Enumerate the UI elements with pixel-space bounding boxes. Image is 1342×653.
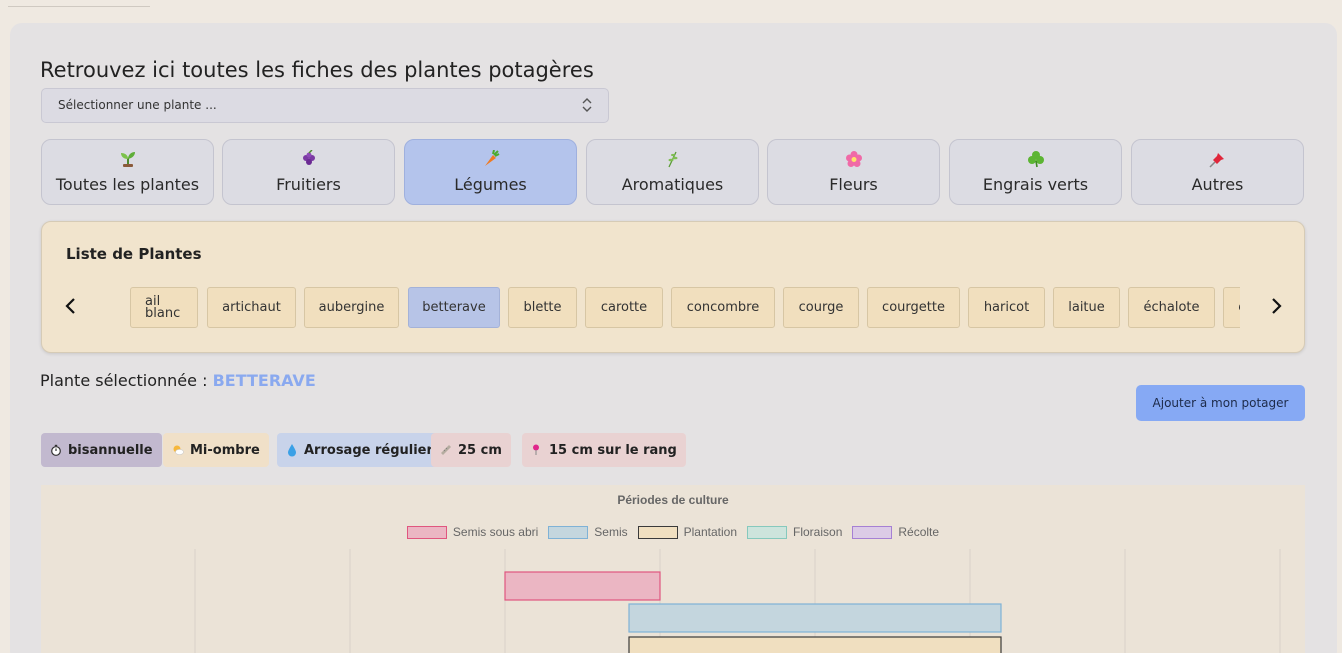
legend-item[interactable]: Floraison bbox=[747, 525, 842, 539]
plant-chip[interactable]: artichaut bbox=[207, 287, 296, 328]
sun-cloud-icon bbox=[171, 443, 185, 457]
legend-label: Semis sous abri bbox=[452, 525, 539, 539]
plant-select-placeholder: Sélectionner une plante ... bbox=[58, 98, 217, 112]
badge-label: bisannuelle bbox=[68, 442, 153, 458]
selected-plant-value: BETTERAVE bbox=[212, 371, 316, 390]
plant-chip[interactable]: courgette bbox=[867, 287, 960, 328]
culture-periods-chart: Périodes de culture Semis sous abri Semis… bbox=[41, 485, 1305, 653]
plant-list-title: Liste de Plantes bbox=[66, 245, 202, 263]
flower-icon bbox=[768, 150, 939, 168]
tab-fruit-trees[interactable]: Fruitiers bbox=[222, 139, 395, 205]
grapes-icon bbox=[223, 150, 394, 168]
add-to-garden-button[interactable]: Ajouter à mon potager bbox=[1136, 385, 1305, 421]
plant-chip[interactable]: haricot bbox=[968, 287, 1045, 328]
plant-chip[interactable]: échalote bbox=[1128, 287, 1215, 328]
chevron-left-icon[interactable] bbox=[64, 296, 78, 316]
badge-label: 15 cm sur le rang bbox=[549, 442, 677, 458]
shamrock-icon bbox=[950, 150, 1121, 168]
legend-swatch bbox=[637, 525, 678, 539]
legend-label: Plantation bbox=[683, 525, 738, 539]
tab-flowers[interactable]: Fleurs bbox=[767, 139, 940, 205]
legend-item[interactable]: Semis bbox=[548, 525, 628, 539]
legend-label: Récolte bbox=[898, 525, 940, 539]
tab-green-manure[interactable]: Engrais verts bbox=[949, 139, 1122, 205]
legend-label: Floraison bbox=[793, 525, 843, 539]
tab-label: Légumes bbox=[454, 175, 527, 194]
plant-select[interactable]: Sélectionner une plante ... bbox=[41, 88, 609, 123]
watering-badge: Arrosage régulier bbox=[277, 433, 442, 467]
badge-label: Mi-ombre bbox=[190, 442, 260, 458]
seedling-icon bbox=[42, 150, 213, 168]
plant-chip[interactable]: épinard bbox=[1223, 287, 1240, 328]
tab-label: Fruitiers bbox=[276, 175, 341, 194]
row-spacing-badge: 15 cm sur le rang bbox=[522, 433, 686, 467]
tab-all-plants[interactable]: Toutes les plantes bbox=[41, 139, 214, 205]
top-divider bbox=[8, 6, 150, 7]
droplet-icon bbox=[285, 443, 299, 457]
legend-item[interactable]: Récolte bbox=[852, 525, 939, 539]
tab-vegetables[interactable]: Légumes bbox=[404, 139, 577, 205]
period-bar[interactable] bbox=[628, 636, 1002, 653]
legend-swatch bbox=[406, 525, 447, 539]
legend-label: Semis bbox=[594, 525, 628, 539]
lifecycle-badge: bisannuelle bbox=[41, 433, 162, 467]
tab-label: Engrais verts bbox=[982, 175, 1089, 194]
selected-plant-label: Plante sélectionnée : bbox=[40, 371, 208, 390]
tab-label: Autres bbox=[1191, 175, 1244, 194]
legend-item[interactable]: Plantation bbox=[637, 525, 738, 539]
plant-chip[interactable]: carotte bbox=[585, 287, 663, 328]
chart-legend: Semis sous abri Semis Plantation Floraison R… bbox=[41, 525, 1305, 539]
chevron-up-down-icon bbox=[582, 98, 592, 112]
page-title: Retrouvez ici toutes les fiches des plan… bbox=[40, 58, 594, 82]
legend-item[interactable]: Semis sous abri bbox=[406, 525, 539, 539]
badge-label: 25 cm bbox=[458, 442, 502, 458]
exposure-badge: Mi-ombre bbox=[163, 433, 269, 467]
badge-label: Arrosage régulier bbox=[304, 442, 433, 458]
tab-others[interactable]: Autres bbox=[1131, 139, 1304, 205]
plant-chip[interactable]: concombre bbox=[671, 287, 775, 328]
plant-chip-selected[interactable]: betterave bbox=[408, 287, 500, 328]
period-bar[interactable] bbox=[628, 603, 1002, 633]
stopwatch-icon bbox=[49, 443, 63, 457]
herb-icon bbox=[587, 150, 758, 168]
legend-swatch bbox=[747, 525, 788, 539]
plant-chip[interactable]: laitue bbox=[1053, 287, 1120, 328]
plant-chip[interactable]: ail blanc bbox=[130, 287, 198, 328]
tab-label: Toutes les plantes bbox=[55, 175, 200, 194]
pin-icon bbox=[530, 443, 544, 457]
tab-label: Fleurs bbox=[829, 175, 878, 194]
plant-chip[interactable]: blette bbox=[508, 287, 577, 328]
tab-label: Aromatiques bbox=[621, 175, 724, 194]
chevron-right-icon[interactable] bbox=[1269, 296, 1283, 316]
tab-herbs[interactable]: Aromatiques bbox=[586, 139, 759, 205]
chart-title: Périodes de culture bbox=[617, 493, 729, 507]
plant-chips-carousel: ail blanc artichaut aubergine betterave … bbox=[130, 286, 1240, 330]
chart-plot bbox=[194, 549, 1281, 653]
ruler-icon bbox=[439, 443, 453, 457]
pushpin-icon bbox=[1132, 150, 1303, 168]
period-bar[interactable] bbox=[504, 571, 661, 601]
selected-plant-line: Plante sélectionnée : BETTERAVE bbox=[40, 371, 316, 390]
legend-swatch bbox=[852, 525, 893, 539]
carrot-icon bbox=[405, 150, 576, 168]
plant-chip[interactable]: aubergine bbox=[304, 287, 399, 328]
plant-chip[interactable]: courge bbox=[783, 287, 859, 328]
plant-list-card: Liste de Plantes ail blanc artichaut aub… bbox=[41, 221, 1305, 353]
legend-swatch bbox=[548, 525, 589, 539]
spacing-badge: 25 cm bbox=[431, 433, 511, 467]
